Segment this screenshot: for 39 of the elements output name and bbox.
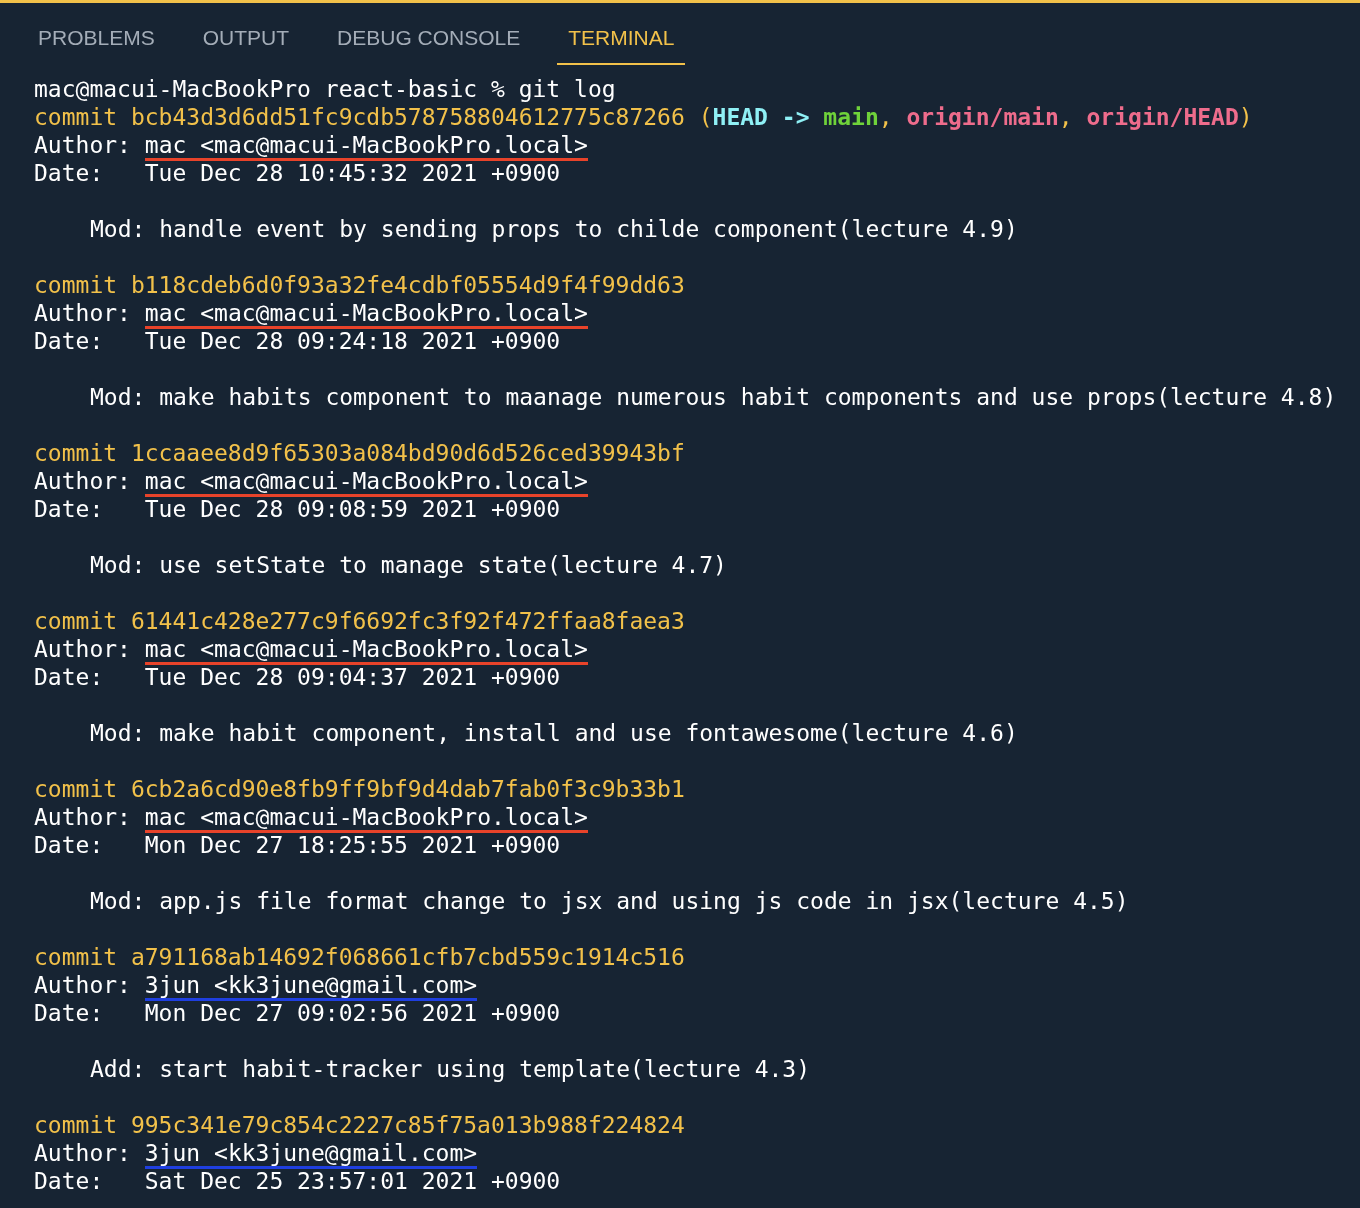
commit-line: commit 61441c428e277c9f6692fc3f92f472ffaa8faea3 [34,607,686,635]
author-label: Author: [34,468,131,494]
commit-line: commit b118cdeb6d0f93a32fe4cdbf05554d9f4f99dd63 [34,271,686,299]
commit-line: commit 6cb2a6cd90e8fb9ff9bf9d4dab7fab0f3c9b33b1 [34,775,686,803]
commit-line: commit 1ccaaee8d9f65303a084bd90d6d526ced39943bf [34,439,686,467]
commit-line: commit 995c341e79c854c2227c85f75a013b988f224824 [34,1111,686,1139]
command-line: mac@macui-MacBookPro react-basic % git log [34,75,617,103]
author-label: Author: [34,972,131,998]
date-line: Date: Mon Dec 27 18:25:55 2021 +0900 [34,831,562,859]
author-label: Author: [34,804,131,830]
author-label: Author: [34,132,131,158]
author-text: 3jun <kk3june@gmail.com> [144,972,478,1001]
panel-tab[interactable]: DEBUG CONSOLE [326,23,532,65]
date-line: Date: Sat Dec 25 23:57:01 2021 +0900 [34,1167,562,1195]
author-text: mac <mac@macui-MacBookPro.local> [144,636,588,665]
author-label: Author: [34,300,131,326]
commit-message: Mod: make habit component, install and use fontawesome(lecture 4.6) [90,719,1018,747]
commit-line: commit bcb43d3d6dd51fc9cdb578758804612775c87266 (HEAD -> main, origin/main, origin/HEAD) [34,103,1254,131]
date-line: Date: Mon Dec 27 09:02:56 2021 +0900 [34,999,562,1027]
date-line: Date: Tue Dec 28 10:45:32 2021 +0900 [34,159,562,187]
commit-message: Mod: use setState to manage state(lecture 4.7) [90,551,727,579]
commit-message: Mod: handle event by sending props to childe component(lecture 4.9) [90,215,1018,243]
author-text: 3jun <kk3june@gmail.com> [144,1140,478,1169]
author-text: mac <mac@macui-MacBookPro.local> [144,468,588,497]
author-text: mac <mac@macui-MacBookPro.local> [144,132,588,161]
panel-tab[interactable]: PROBLEMS [27,23,166,65]
author-text: mac <mac@macui-MacBookPro.local> [144,804,588,833]
author-label: Author: [34,1140,131,1166]
date-line: Date: Tue Dec 28 09:08:59 2021 +0900 [34,495,562,523]
date-line: Date: Tue Dec 28 09:04:37 2021 +0900 [34,663,562,691]
commit-message: Mod: make habits component to maanage numerous habit components and use props(lecture 4.8) [90,383,1337,411]
author-text: mac <mac@macui-MacBookPro.local> [144,300,588,329]
commit-line: commit a791168ab14692f068661cfb7cbd559c1914c516 [34,943,686,971]
date-line: Date: Tue Dec 28 09:24:18 2021 +0900 [34,327,562,355]
commit-message: Mod: app.js file format change to jsx and using js code in jsx(lecture 4.5) [90,887,1129,915]
author-label: Author: [34,636,131,662]
panel-tab[interactable]: TERMINAL [557,23,686,65]
commit-message: Add: start habit-tracker using template(lecture 4.3) [90,1055,811,1083]
panel-tab[interactable]: OUTPUT [191,23,301,65]
